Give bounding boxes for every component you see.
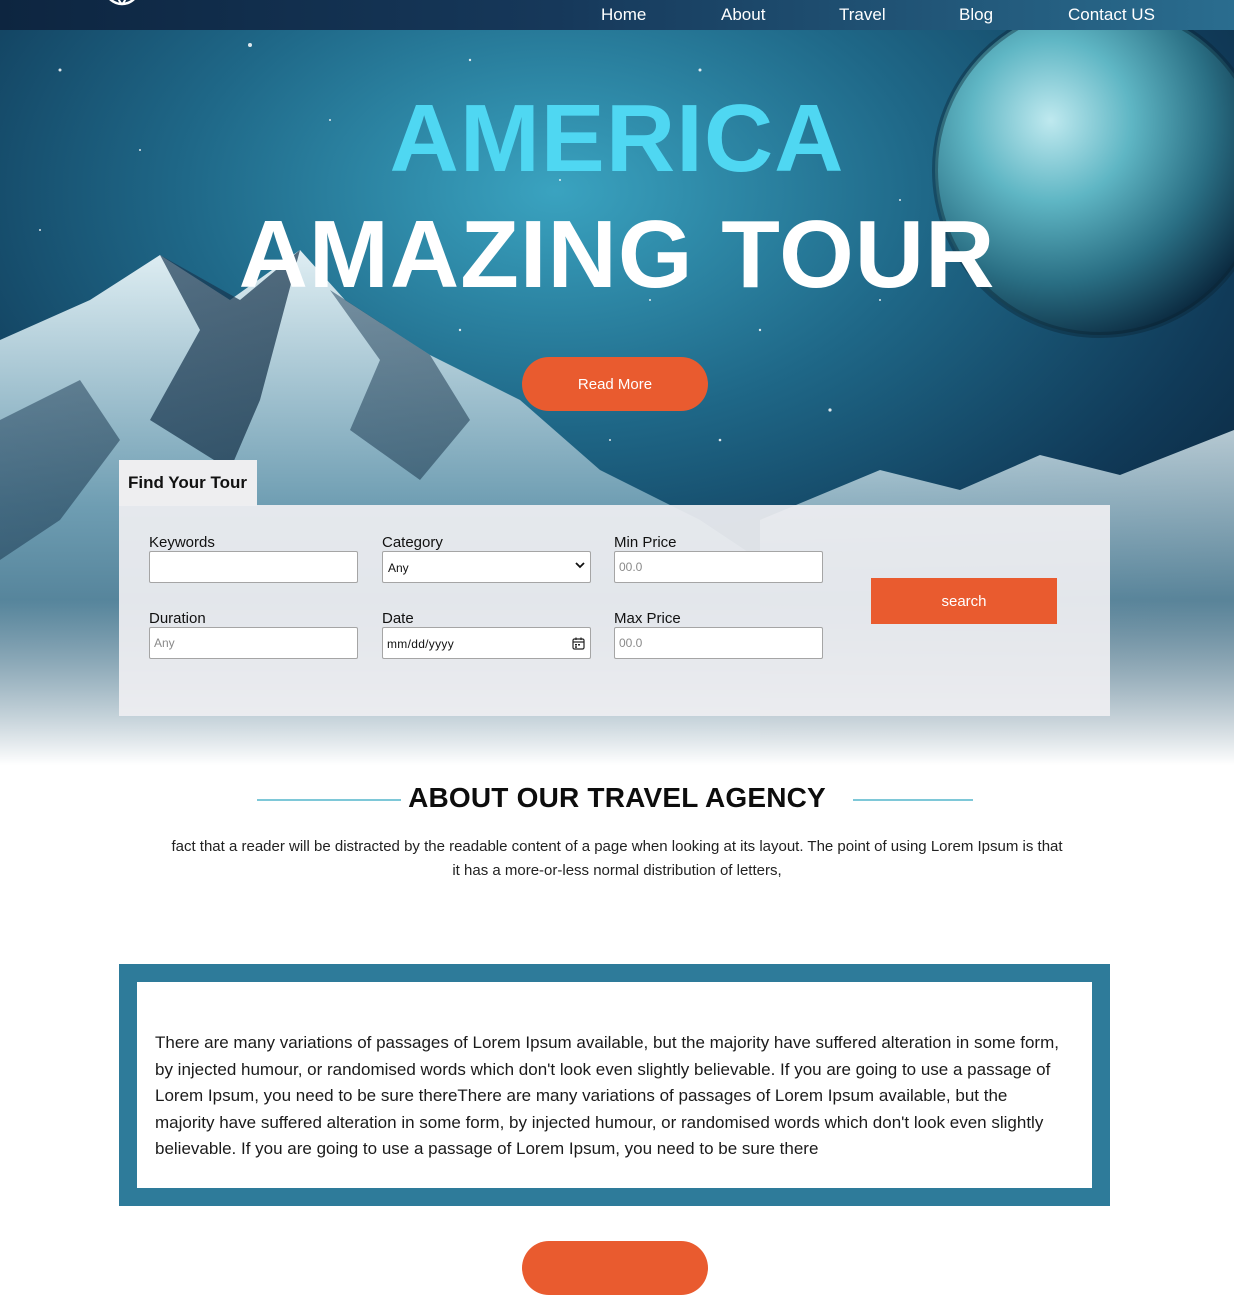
max-price-label: Max Price (614, 610, 681, 627)
chevron-down-icon (575, 562, 585, 569)
info-box-text: There are many variations of passages of… (155, 1033, 1059, 1158)
keywords-input[interactable] (149, 551, 358, 583)
keywords-label: Keywords (149, 534, 215, 551)
nav-item-about[interactable]: About (721, 6, 765, 24)
find-your-tour-tab: Find Your Tour (119, 460, 257, 506)
about-section-title: ABOUT OUR TRAVEL AGENCY (408, 782, 826, 813)
duration-input[interactable] (149, 627, 358, 659)
duration-label: Duration (149, 610, 206, 627)
read-more-button[interactable]: Read More (522, 357, 708, 411)
date-label: Date (382, 610, 414, 627)
min-price-label: Min Price (614, 534, 677, 551)
hero-title-line-2: AMAZING TOUR (238, 201, 996, 308)
nav-item-home[interactable]: Home (601, 6, 646, 24)
date-value: mm/dd/yyyy (387, 637, 455, 651)
nav-item-contact[interactable]: Contact US (1068, 6, 1155, 24)
nav-item-blog[interactable]: Blog (959, 6, 993, 24)
search-button[interactable]: search (871, 578, 1057, 624)
category-selected-value: Any (388, 561, 409, 575)
info-box: There are many variations of passages of… (137, 982, 1092, 1188)
calendar-icon[interactable] (572, 637, 585, 650)
hero-title-line-1: AMERICA (389, 85, 845, 192)
category-label: Category (382, 534, 443, 551)
min-price-input[interactable] (614, 551, 823, 583)
bottom-cta-button[interactable] (522, 1241, 708, 1295)
about-description: fact that a reader will be distracted by… (171, 838, 1063, 879)
tour-search-panel: Keywords Category Any Min Price Duration… (119, 505, 1110, 716)
globe-icon[interactable] (100, 0, 144, 6)
top-navbar: Home About Travel Blog Contact US (0, 0, 1234, 30)
max-price-input[interactable] (614, 627, 823, 659)
category-select[interactable]: Any (382, 551, 591, 583)
date-input[interactable]: mm/dd/yyyy (382, 627, 591, 659)
hero-section: Home About Travel Blog Contact US AMERIC… (0, 0, 1234, 765)
info-box-frame: There are many variations of passages of… (119, 964, 1110, 1206)
nav-item-travel[interactable]: Travel (839, 6, 886, 24)
